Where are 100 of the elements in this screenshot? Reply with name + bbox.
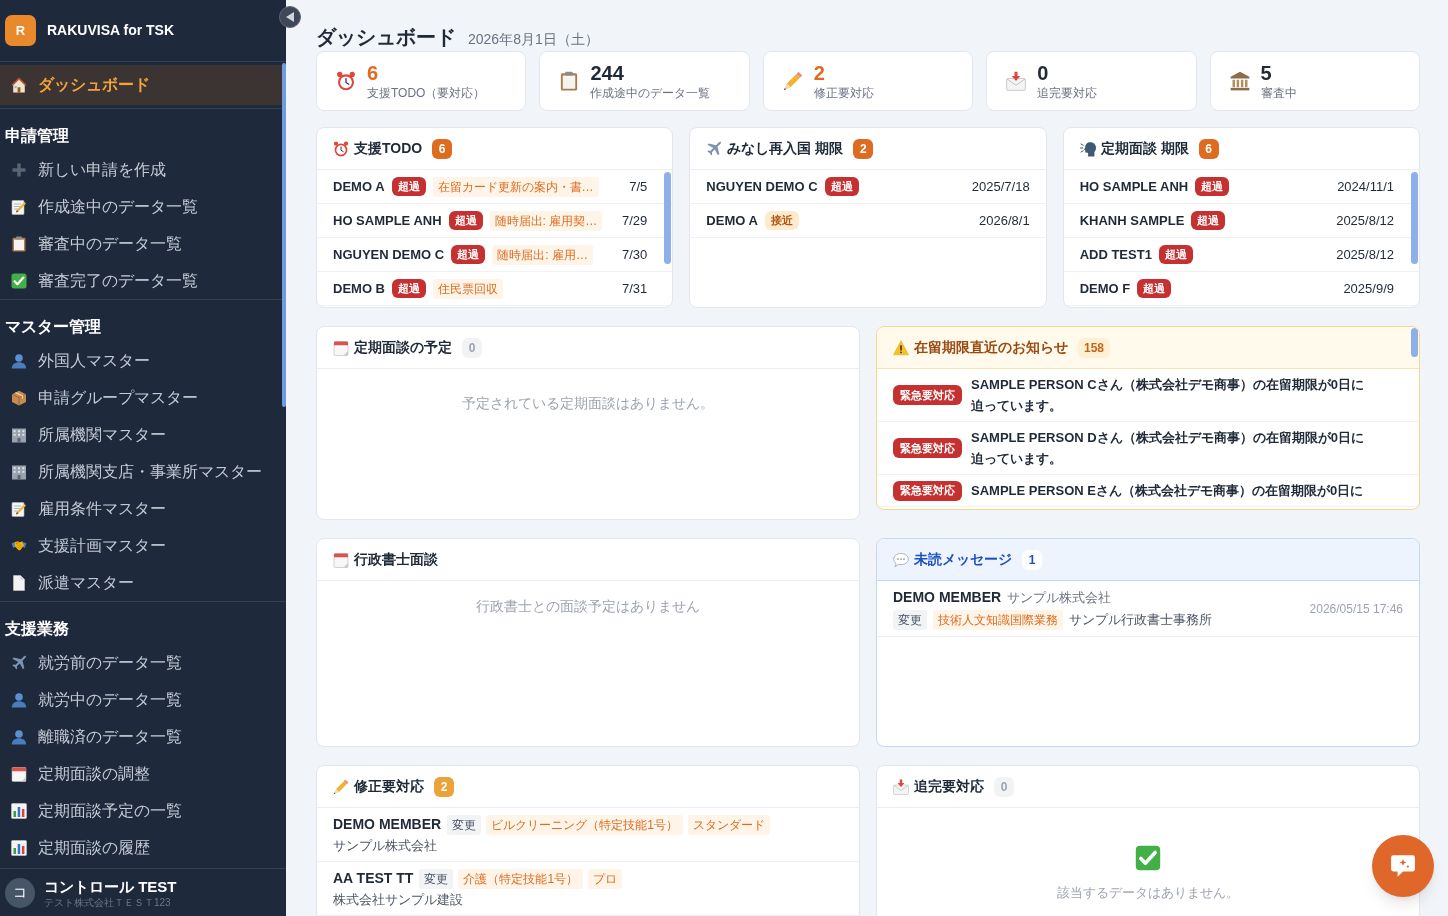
scrollbar-thumb[interactable]: [664, 172, 672, 264]
stat-card[interactable]: 5 審査中: [1209, 51, 1420, 111]
check-icon: [1135, 845, 1161, 871]
nav-item[interactable]: 所属機関マスター: [0, 416, 286, 453]
notepad-pencil-icon: [11, 500, 27, 517]
category-tag: プロ: [588, 868, 623, 889]
nav-item[interactable]: 審査中のデータ一覧: [0, 225, 286, 262]
stat-card[interactable]: 244 作成途中のデータ一覧: [539, 51, 750, 111]
panel-title: 支援TODO: [354, 139, 423, 158]
person-name: DEMO MEMBER: [333, 815, 442, 834]
count-badge: 2: [434, 776, 454, 797]
alert-message: SAMPLE PERSON Eさん（株式会社デモ商事）の在留期限が0日に: [971, 482, 1364, 500]
nav-item[interactable]: 就労中のデータ一覧: [0, 681, 286, 718]
nav-item[interactable]: 所属機関支店・事業所マスター: [0, 453, 286, 490]
nav-item[interactable]: 定期面談予定の一覧: [0, 792, 286, 829]
scrollbar-thumb[interactable]: [1411, 328, 1418, 357]
office-name: サンプル行政書士事務所: [1069, 611, 1212, 630]
section-heading: 支援業務: [5, 619, 69, 639]
pencil-icon: [782, 71, 803, 91]
person-name: DEMO B: [333, 279, 385, 298]
app-title: RAKUVISA for TSK: [47, 21, 175, 40]
task-tag: 随時届出: 雇用…: [492, 244, 593, 265]
due-date: 2025/8/12: [1335, 245, 1394, 264]
panel-title: 定期面談 期限: [1100, 139, 1189, 158]
category-tag: 技術人文知識国際業務: [933, 610, 1063, 630]
nav-item[interactable]: 定期面談の履歴: [0, 829, 286, 866]
nav-item[interactable]: 審査完了のデータ一覧: [0, 262, 286, 299]
person-name: ADD TEST1: [1079, 245, 1152, 264]
user-avatar: コ: [5, 877, 35, 908]
nav-item[interactable]: 申請グループマスター: [0, 379, 286, 416]
due-date: 7/5: [628, 177, 648, 196]
page-date: 2026年8月1日（土）: [468, 30, 599, 49]
stat-card[interactable]: 0 追完要対応: [986, 51, 1197, 111]
nav-item[interactable]: 定期面談の調整: [0, 755, 286, 792]
status-badge: 超過: [1191, 211, 1226, 230]
person-name: DEMO A: [333, 177, 385, 196]
chat-bubble-icon: [1390, 854, 1416, 878]
task-tag: 住民票回収: [433, 278, 503, 299]
nav-item[interactable]: 就労前のデータ一覧: [0, 644, 286, 681]
alert-message: SAMPLE PERSON Dさん（株式会社デモ商事）の在留期限が0日に迫っています。: [971, 429, 1365, 468]
status-badge: 超過: [392, 279, 426, 298]
scrollbar-thumb[interactable]: [1411, 172, 1418, 264]
bar-chart-icon: [11, 839, 27, 856]
notepad-pencil-icon: [11, 198, 27, 215]
stat-value: 2: [813, 61, 826, 85]
due-date: 2025/7/18: [970, 177, 1030, 196]
panel-title: 修正要対応: [354, 777, 424, 796]
stat-value: 244: [590, 61, 625, 85]
category-tag: 変更: [447, 814, 482, 835]
nav-item[interactable]: 雇用条件マスター: [0, 490, 286, 527]
empty-message: 予定されている定期面談はありません。: [461, 394, 715, 413]
person-icon: [11, 352, 27, 369]
count-badge: 1: [1022, 549, 1042, 570]
stat-card[interactable]: 6 支援TODO（要対応）: [316, 51, 527, 111]
urgent-badge: 緊急要対応: [893, 438, 962, 458]
due-date: 7/29: [621, 211, 648, 230]
stat-label: 支援TODO（要対応）: [367, 84, 486, 101]
company-name: サンプル株式会社: [1007, 589, 1112, 607]
task-tag: 随時届出: 雇用契…: [489, 210, 603, 231]
columned-building-icon: [1229, 71, 1250, 91]
stat-card[interactable]: 2 修正要対応: [762, 51, 974, 111]
sender-name: DEMO MEMBER: [893, 588, 1002, 607]
status-badge: 超過: [451, 245, 486, 264]
empty-message: 行政書士との面談予定はありません: [475, 597, 701, 616]
due-date: 2024/11/1: [1336, 177, 1394, 196]
company-name: サンプル株式会社: [333, 838, 437, 853]
calendar-icon: [333, 551, 349, 568]
envelope-arrow-icon: [1006, 71, 1027, 91]
nav-item[interactable]: 離職済のデータ一覧: [0, 718, 286, 755]
clipboard-icon: [559, 71, 580, 91]
status-badge: 超過: [391, 177, 426, 196]
due-date: 2025/9/9: [1342, 279, 1394, 298]
nav-item[interactable]: 支援計画マスター: [0, 527, 286, 564]
alarm-clock-icon: [333, 140, 349, 157]
nav-item[interactable]: 新しい申請を作成: [0, 151, 286, 188]
company-name: テスト株式会社ＴＥＳＴ123: [44, 895, 172, 909]
stat-label: 作成途中のデータ一覧: [590, 84, 711, 101]
due-date: 7/31: [621, 279, 648, 298]
due-date: 2026/8/1: [978, 211, 1030, 230]
alert-message: SAMPLE PERSON Cさん（株式会社デモ商事）の在留期限が0日に迫っています。: [971, 376, 1365, 415]
urgent-badge: 緊急要対応: [893, 480, 962, 501]
nav-item[interactable]: 派遣マスター: [0, 564, 286, 601]
check-icon: [11, 272, 27, 289]
person-icon: [11, 728, 27, 745]
due-date: 2025/8/12: [1335, 211, 1394, 230]
nav-item[interactable]: 作成途中のデータ一覧: [0, 188, 286, 225]
category-tag: ビルクリーニング（特定技能1号）: [486, 814, 683, 835]
count-badge: 6: [1198, 138, 1219, 159]
airplane-icon: [706, 140, 723, 157]
alarm-clock-icon: [336, 71, 356, 91]
empty-message: 該当するデータはありません。: [1057, 884, 1239, 902]
section-heading: マスター管理: [5, 317, 101, 337]
plus-icon: [11, 161, 27, 178]
nav-item[interactable]: 外国人マスター: [0, 342, 286, 379]
status-badge: 接近: [764, 211, 799, 230]
person-name: DEMO F: [1079, 279, 1131, 298]
building-icon: [11, 463, 27, 480]
scrollbar-thumb[interactable]: [282, 63, 286, 407]
person-name: AA TEST TT: [333, 869, 414, 888]
person-icon: [11, 691, 27, 708]
